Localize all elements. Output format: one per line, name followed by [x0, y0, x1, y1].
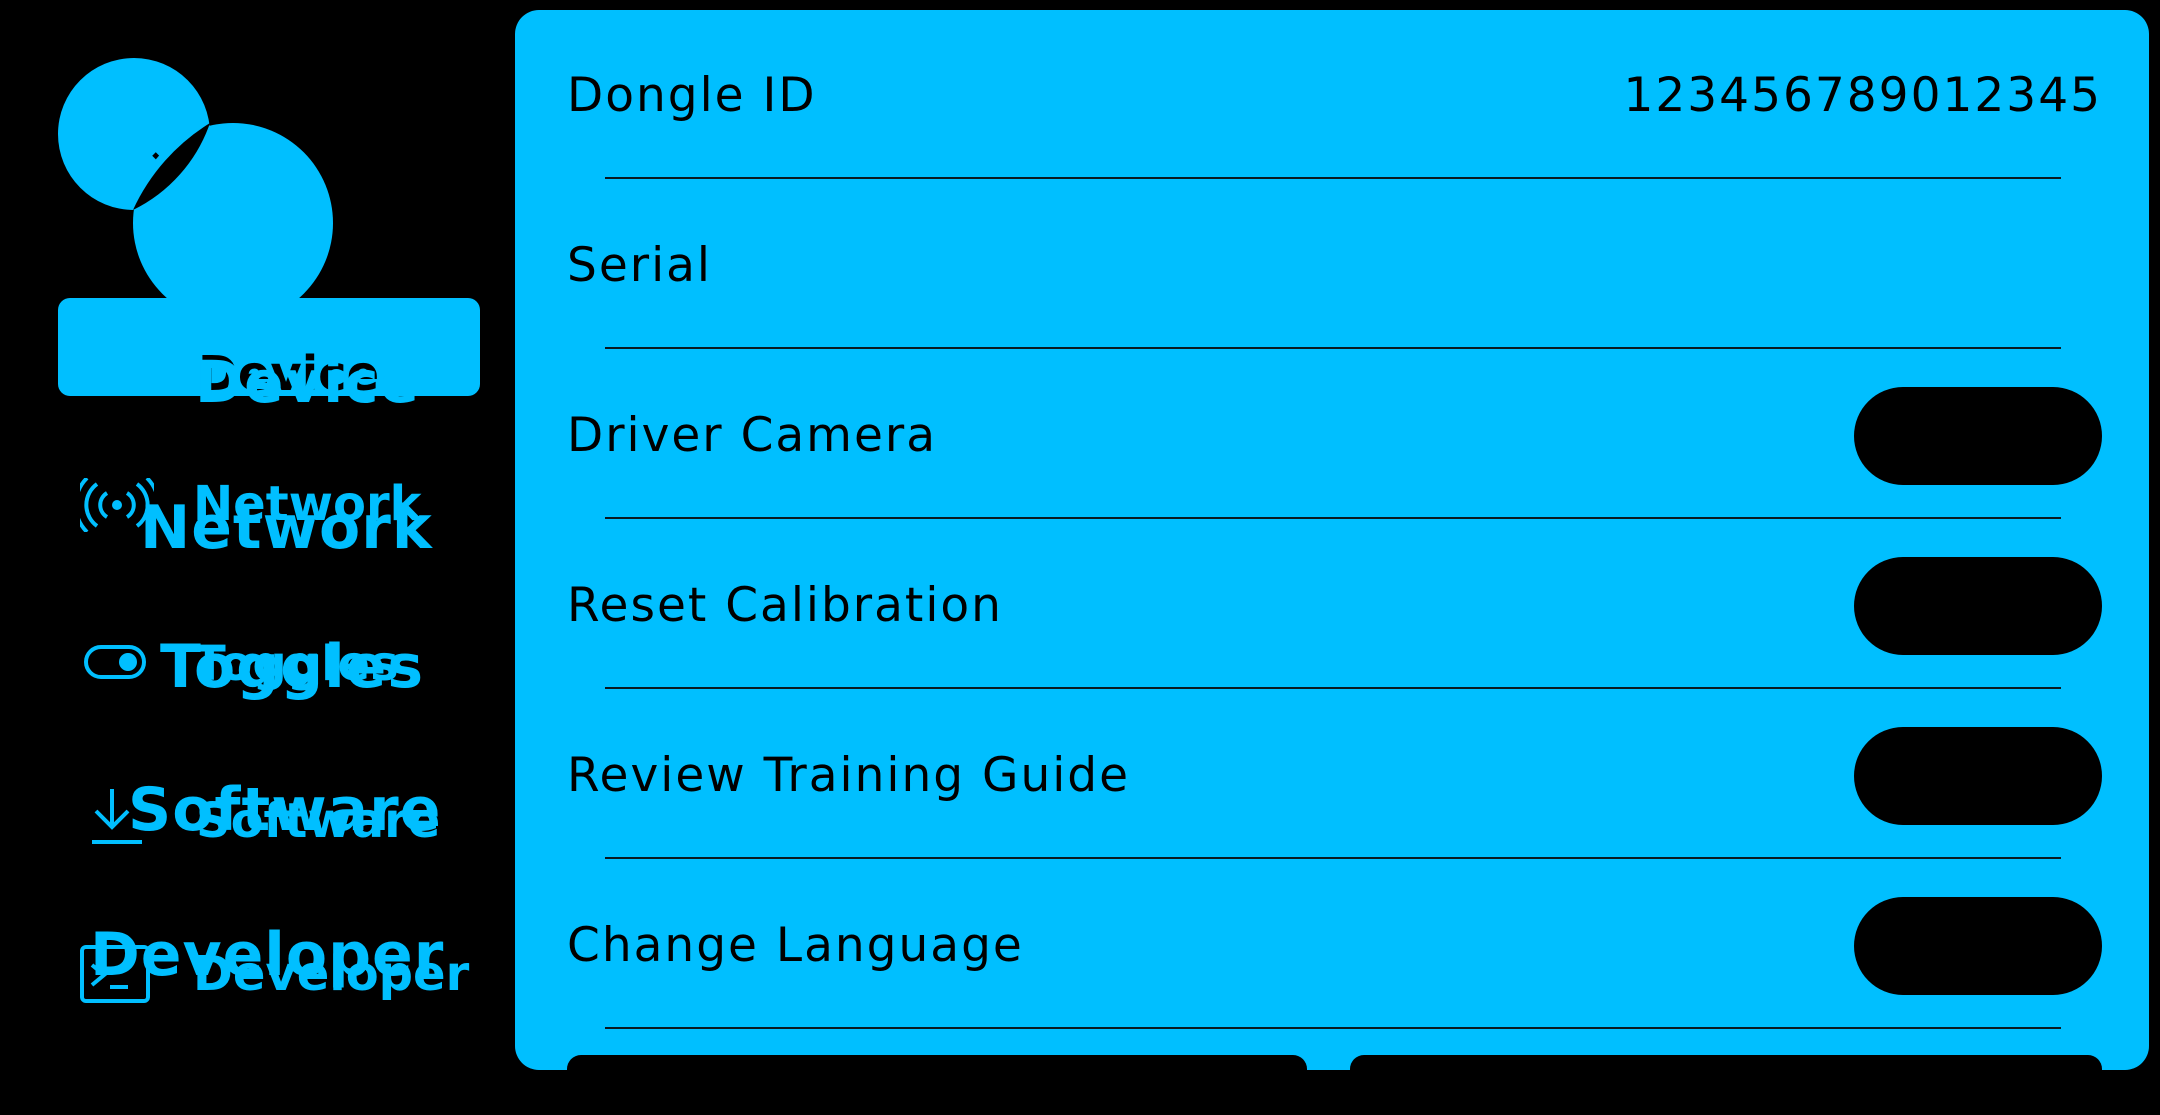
- device-panel: Dongle ID 123456789012345 Serial Driver …: [515, 10, 2149, 1115]
- reset-calibration-button[interactable]: [1854, 557, 2102, 655]
- change-language-row: Change Language: [567, 860, 2102, 1030]
- sidebar-item-network[interactable]: Network Network: [58, 460, 480, 558]
- sidebar: Device Device Network Network Toggles To…: [0, 0, 510, 1080]
- review-training-guide-row: Review Training Guide: [567, 690, 2102, 860]
- dongle-id-row: Dongle ID 123456789012345: [567, 10, 2102, 180]
- review-training-guide-label: Review Training Guide: [567, 748, 1131, 803]
- sidebar-item-label: Developer: [90, 920, 445, 990]
- dongle-id-label: Dongle ID: [567, 68, 817, 123]
- divider: [605, 517, 2061, 519]
- sidebar-item-software[interactable]: Software Software: [58, 765, 480, 863]
- divider: [605, 857, 2061, 859]
- sidebar-item-label: Network: [140, 493, 433, 563]
- reboot-button[interactable]: [567, 1055, 1307, 1115]
- sidebar-item-label: Device: [195, 348, 420, 416]
- divider: [605, 347, 2061, 349]
- sidebar-item-toggles[interactable]: Toggles Toggles: [58, 615, 480, 713]
- close-button-overlap: [133, 123, 210, 210]
- sidebar-item-device[interactable]: Device Device: [58, 298, 480, 411]
- driver-camera-row: Driver Camera: [567, 350, 2102, 520]
- toggle-icon: [84, 645, 146, 679]
- serial-row: Serial: [567, 180, 2102, 350]
- reset-calibration-label: Reset Calibration: [567, 578, 1003, 633]
- divider: [605, 687, 2061, 689]
- driver-camera-label: Driver Camera: [567, 408, 938, 463]
- change-language-button[interactable]: [1854, 897, 2102, 995]
- sidebar-item-developer[interactable]: Developer Developer: [58, 915, 480, 1013]
- power-off-button[interactable]: [1350, 1055, 2102, 1115]
- sidebar-item-label: Software: [128, 775, 442, 845]
- sidebar-item-label: Toggles: [160, 632, 425, 702]
- driver-camera-button[interactable]: [1854, 387, 2102, 485]
- dongle-id-value: 123456789012345: [1623, 68, 2102, 123]
- review-training-guide-button[interactable]: [1854, 727, 2102, 825]
- serial-label: Serial: [567, 238, 712, 293]
- divider: [605, 177, 2061, 179]
- reset-calibration-row: Reset Calibration: [567, 520, 2102, 690]
- divider: [605, 1027, 2061, 1029]
- change-language-label: Change Language: [567, 918, 1024, 973]
